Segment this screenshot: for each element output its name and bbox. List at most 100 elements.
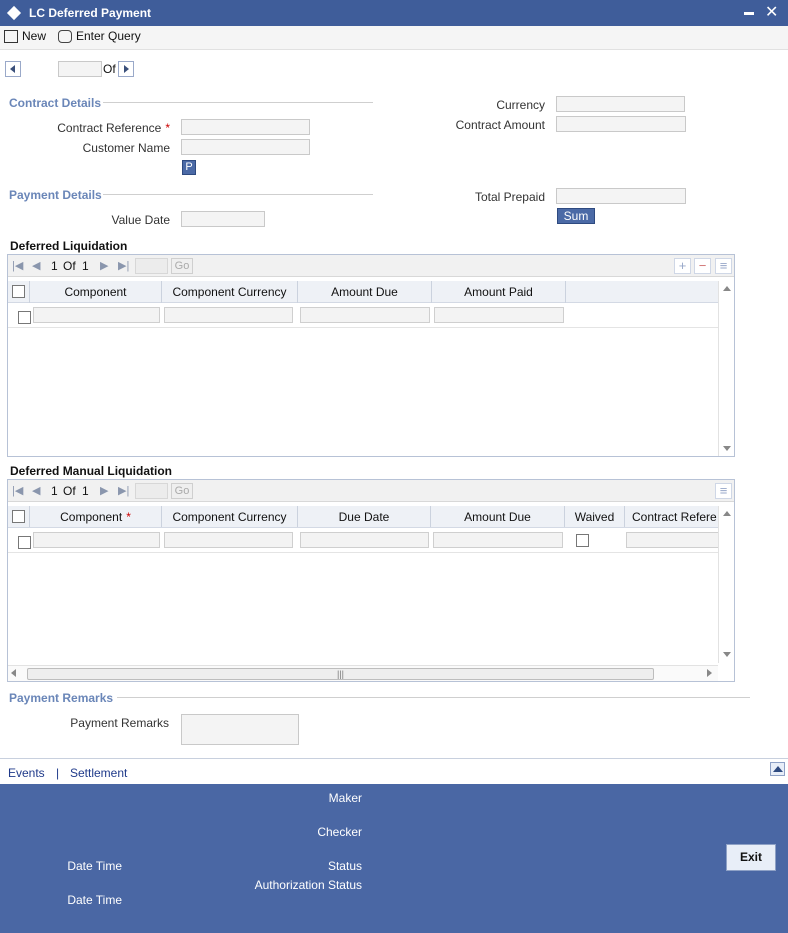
window-icon — [6, 5, 22, 21]
maker-label: Maker — [328, 791, 362, 805]
exit-button[interactable]: Exit — [726, 844, 776, 871]
component-currency-cell[interactable] — [164, 307, 293, 323]
scroll-right-icon[interactable] — [707, 669, 712, 677]
column-header[interactable]: Due Date — [298, 506, 431, 527]
select-all-checkbox[interactable] — [12, 285, 25, 298]
vertical-scrollbar[interactable] — [718, 506, 734, 663]
last-page-icon[interactable]: ▶| — [118, 484, 129, 497]
page-number-input[interactable] — [135, 483, 168, 499]
deferred-liquidation-grid: |◀ ◀ 1 Of 1 ▶ ▶| Go + − ≡ Component Comp… — [7, 254, 735, 457]
sum-button[interactable]: Sum — [557, 208, 595, 224]
column-header[interactable]: Amount Paid — [432, 281, 566, 303]
chevron-up-icon — [773, 766, 783, 772]
component-cell[interactable] — [33, 532, 160, 548]
page-current: 1 — [51, 484, 58, 498]
column-header[interactable]: Component Currency — [162, 281, 298, 303]
customer-name-input[interactable] — [181, 139, 310, 155]
scroll-left-icon[interactable] — [11, 669, 16, 677]
page-of-label: Of — [63, 484, 76, 498]
column-header[interactable]: Component * — [30, 506, 162, 527]
page-total: 1 — [82, 259, 89, 273]
currency-label: Currency — [496, 98, 545, 112]
window-title: LC Deferred Payment — [29, 6, 152, 20]
close-icon[interactable]: ✕ — [765, 2, 778, 22]
contract-amount-label: Contract Amount — [455, 118, 545, 132]
toolbar: New Enter Query — [0, 26, 788, 50]
divider — [117, 697, 750, 698]
page-number-input[interactable] — [135, 258, 168, 274]
contract-reference-cell[interactable] — [626, 532, 718, 548]
delete-row-icon[interactable]: − — [694, 258, 711, 274]
single-record-view-icon[interactable]: ≡ — [715, 483, 732, 499]
minimize-icon[interactable] — [744, 12, 754, 15]
first-page-icon[interactable]: |◀ — [12, 484, 23, 497]
contract-amount-input[interactable] — [556, 116, 686, 132]
last-page-icon[interactable]: ▶| — [118, 259, 129, 272]
total-prepaid-input[interactable] — [556, 188, 686, 204]
waived-checkbox[interactable] — [576, 534, 589, 547]
select-all-cell — [8, 506, 30, 527]
column-header[interactable]: Amount Due — [298, 281, 432, 303]
required-marker: * — [126, 510, 131, 524]
component-currency-cell[interactable] — [164, 532, 293, 548]
settlement-link[interactable]: Settlement — [70, 766, 127, 780]
payment-remarks-label: Payment Remarks — [70, 716, 169, 730]
due-date-cell[interactable] — [300, 532, 429, 548]
next-page-icon[interactable]: ▶ — [100, 259, 108, 272]
authorization-status-label: Authorization Status — [254, 878, 362, 892]
row-checkbox[interactable] — [18, 311, 31, 324]
database-query-icon — [58, 29, 72, 43]
first-page-icon[interactable]: |◀ — [12, 259, 23, 272]
next-record-button[interactable] — [118, 61, 134, 77]
select-all-checkbox[interactable] — [12, 510, 25, 523]
grid-header: Component * Component Currency Due Date A… — [8, 506, 718, 528]
go-button[interactable]: Go — [171, 483, 193, 499]
contract-reference-label: Contract Reference * — [57, 121, 170, 135]
single-record-view-icon[interactable]: ≡ — [715, 258, 732, 274]
divider — [103, 102, 373, 103]
scroll-up-icon[interactable] — [723, 286, 731, 291]
collapse-button[interactable] — [770, 762, 785, 776]
amount-due-cell[interactable] — [433, 532, 563, 548]
column-header[interactable]: Component Currency — [162, 506, 298, 527]
column-header[interactable]: Amount Due — [431, 506, 565, 527]
date-time-label: Date Time — [67, 859, 122, 873]
date-time-label: Date Time — [67, 893, 122, 907]
component-cell[interactable] — [33, 307, 160, 323]
go-button[interactable]: Go — [171, 258, 193, 274]
previous-record-button[interactable] — [5, 61, 21, 77]
scroll-up-icon[interactable] — [723, 511, 731, 516]
row-checkbox[interactable] — [18, 536, 31, 549]
amount-due-cell[interactable] — [300, 307, 430, 323]
column-header[interactable]: Component — [30, 281, 162, 303]
payment-details-heading: Payment Details — [9, 188, 102, 202]
enter-query-button[interactable]: Enter Query — [58, 29, 141, 43]
table-row — [8, 529, 718, 553]
column-header[interactable]: Waived — [565, 506, 625, 527]
previous-page-icon[interactable]: ◀ — [32, 259, 40, 272]
amount-paid-cell[interactable] — [434, 307, 564, 323]
column-header[interactable]: Contract Refere — [625, 506, 718, 527]
new-button[interactable]: New — [4, 29, 46, 43]
events-link[interactable]: Events — [8, 766, 45, 780]
next-page-icon[interactable]: ▶ — [100, 484, 108, 497]
table-row — [8, 304, 718, 328]
scroll-thumb[interactable]: ||| — [27, 668, 654, 680]
links-bar: Events | Settlement — [0, 758, 788, 784]
scroll-down-icon[interactable] — [723, 652, 731, 657]
page-total: 1 — [82, 484, 89, 498]
contract-reference-input[interactable] — [181, 119, 310, 135]
record-number-field[interactable] — [58, 61, 102, 77]
of-label: Of — [103, 62, 116, 76]
value-date-input[interactable] — [181, 211, 265, 227]
p-button[interactable]: P — [182, 160, 196, 175]
required-marker: * — [165, 121, 170, 135]
previous-page-icon[interactable]: ◀ — [32, 484, 40, 497]
horizontal-scrollbar[interactable]: ||| — [8, 665, 718, 681]
currency-input[interactable] — [556, 96, 685, 112]
payment-remarks-textarea[interactable] — [181, 714, 299, 745]
total-prepaid-label: Total Prepaid — [474, 190, 545, 204]
vertical-scrollbar[interactable] — [718, 281, 734, 456]
add-row-icon[interactable]: + — [674, 258, 691, 274]
scroll-down-icon[interactable] — [723, 446, 731, 451]
